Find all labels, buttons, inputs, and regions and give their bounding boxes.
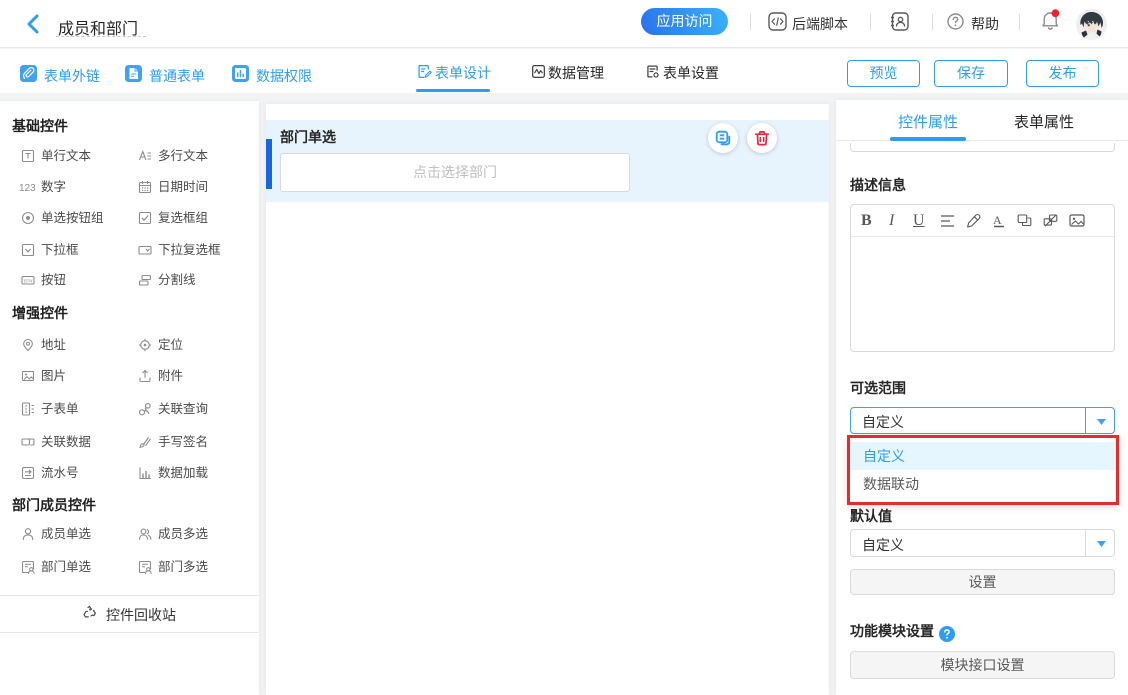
svg-text:A: A <box>993 213 1002 227</box>
svg-text:BTN: BTN <box>24 278 32 283</box>
